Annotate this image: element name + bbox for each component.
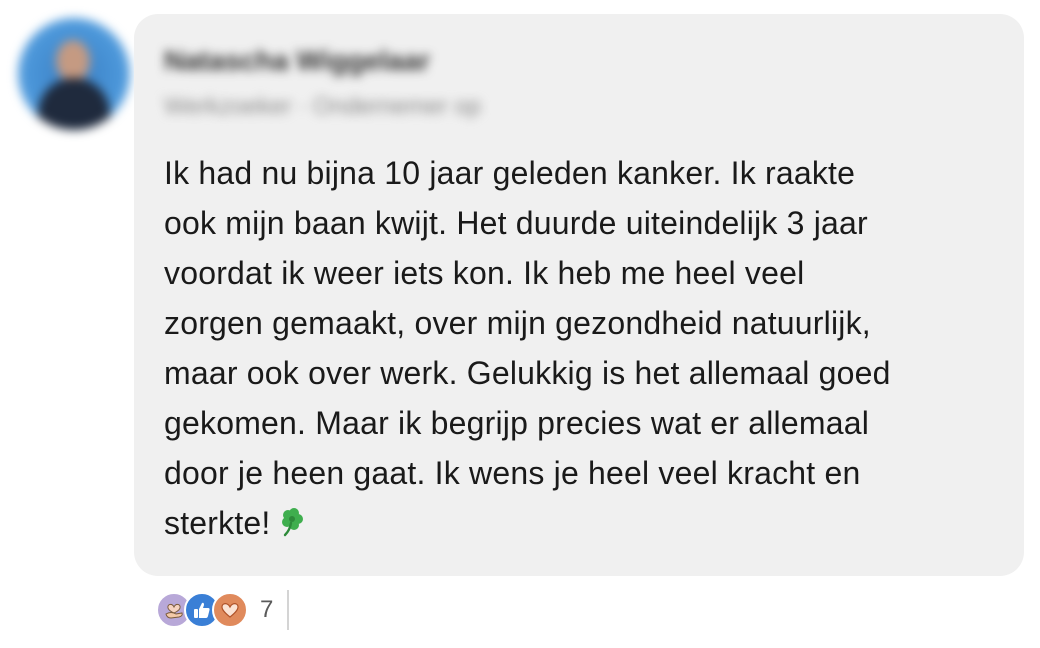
reactions-bar[interactable]: 7	[156, 588, 290, 632]
comment-last-line: sterkte!	[164, 498, 994, 552]
love-icon[interactable]	[212, 592, 248, 628]
author-name[interactable]: Natascha Wiggelaar	[164, 44, 430, 78]
comment-bubble: Natascha Wiggelaar Werkzoeker · Ondernem…	[134, 14, 1024, 576]
comment-line: door je heen gaat. Ik wens je heel veel …	[164, 455, 861, 491]
comment: Natascha Wiggelaar Werkzoeker · Ondernem…	[0, 0, 1040, 648]
author-subtitle: Werkzoeker · Ondernemer op	[164, 93, 482, 120]
comment-line: ook mijn baan kwijt. Het duurde uiteinde…	[164, 205, 868, 241]
comment-line: voordat ik weer iets kon. Ik heb me heel…	[164, 255, 805, 291]
avatar[interactable]	[18, 18, 130, 130]
clover-icon	[277, 502, 309, 552]
reaction-count[interactable]: 7	[260, 596, 273, 624]
comment-line: sterkte!	[164, 505, 271, 541]
comment-line: maar ook over werk. Gelukkig is het alle…	[164, 355, 891, 391]
avatar-head	[56, 40, 90, 82]
divider	[287, 590, 290, 630]
comment-line: Ik had nu bijna 10 jaar geleden kanker. …	[164, 155, 856, 191]
avatar-torso	[38, 78, 110, 130]
comment-line: gekomen. Maar ik begrijp precies wat er …	[164, 405, 870, 441]
comment-line: zorgen gemaakt, over mijn gezondheid nat…	[164, 305, 871, 341]
comment-text: Ik had nu bijna 10 jaar geleden kanker. …	[164, 148, 994, 552]
